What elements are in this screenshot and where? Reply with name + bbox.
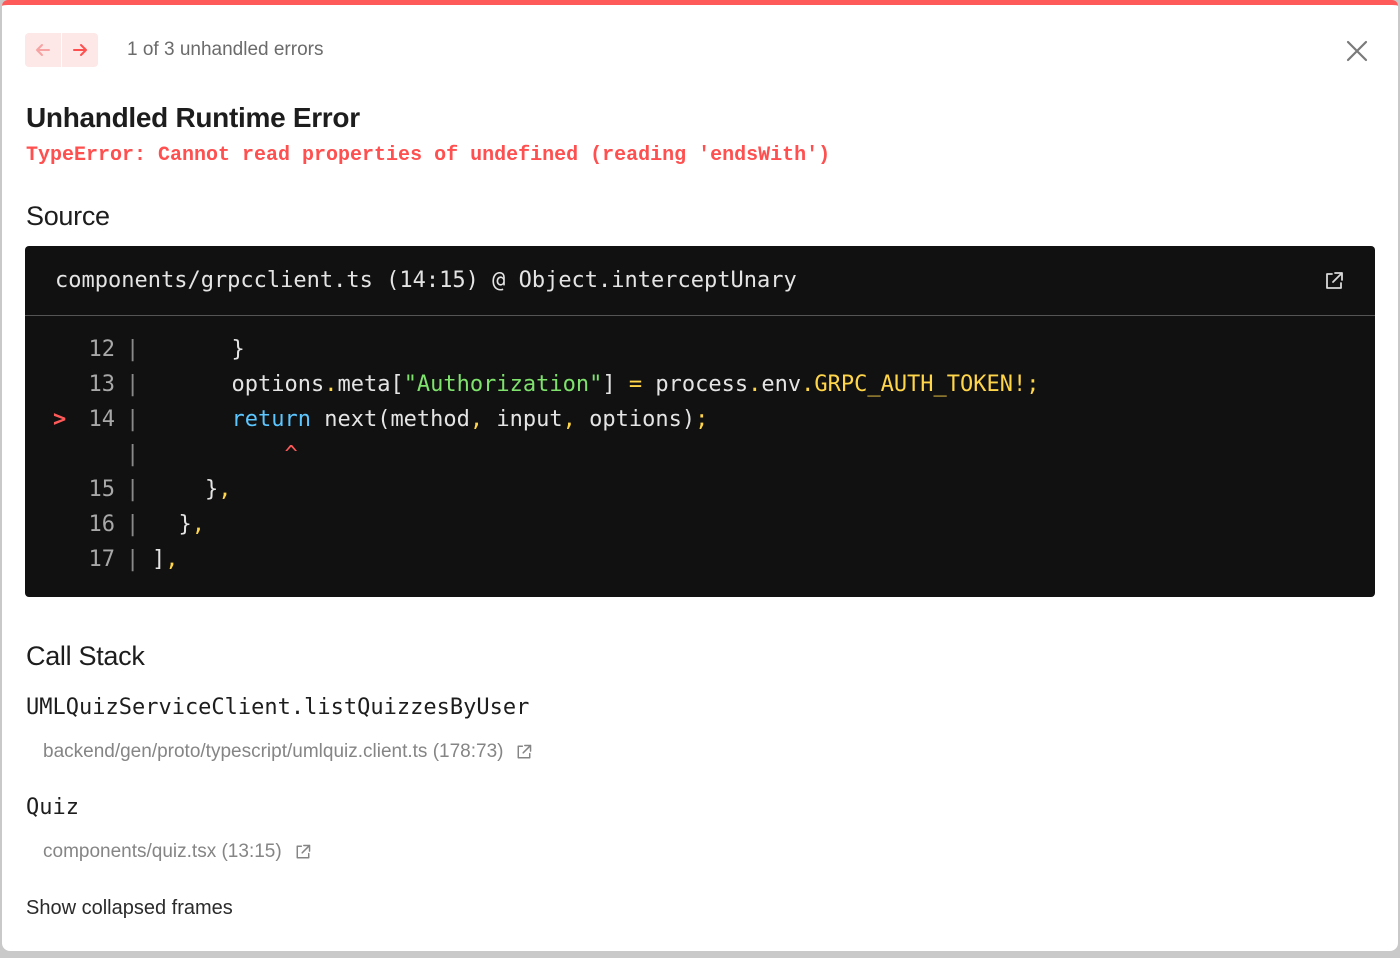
arrow-right-icon (73, 44, 87, 56)
code-token: ] (152, 547, 166, 572)
stack-frame-location-link[interactable]: backend/gen/proto/typescript/umlquiz.cli… (43, 741, 533, 763)
code-text: } (152, 332, 245, 367)
code-line: 15 | }, (25, 472, 1375, 507)
code-text: return next(method, input, options); (152, 402, 708, 437)
gutter-separator: | (126, 407, 140, 432)
close-button[interactable] (1344, 38, 1370, 64)
code-line: | ^ (25, 437, 1375, 472)
error-title: Unhandled Runtime Error (26, 102, 360, 133)
code-line: 17 |], (25, 542, 1375, 577)
error-caret: ^ (284, 442, 298, 467)
error-count-text: 1 of 3 unhandled errors (127, 39, 324, 60)
code-text: ], (152, 542, 179, 577)
gutter-separator: | (126, 337, 140, 362)
code-token: , (469, 407, 484, 432)
code-token: . (801, 372, 815, 397)
error-message: TypeError: Cannot read properties of und… (26, 144, 831, 167)
gutter-separator: | (126, 442, 140, 467)
line-number: 16 (88, 512, 116, 537)
error-nav-buttons (25, 33, 98, 67)
previous-error-button[interactable] (25, 33, 61, 67)
close-icon (1346, 40, 1368, 62)
code-token: ] (602, 372, 629, 397)
code-token: env (761, 372, 802, 397)
gutter-separator: | (126, 477, 140, 502)
arrow-left-icon (36, 44, 50, 56)
gutter-separator: | (126, 512, 140, 537)
code-token: options) (575, 407, 696, 432)
stack-frame-function: Quiz (26, 795, 79, 820)
code-token: meta[ (337, 372, 404, 397)
call-stack-heading: Call Stack (26, 641, 145, 671)
code-line: 13 | options.meta["Authorization"] = proc… (25, 367, 1375, 402)
external-link-icon[interactable] (1323, 270, 1345, 292)
code-token: "Authorization" (403, 372, 603, 397)
source-code-frame: components/grpcclient.ts (14:15) @ Objec… (25, 246, 1375, 597)
source-heading: Source (26, 201, 110, 231)
code-text: ^ (152, 437, 298, 472)
source-file-label: components/grpcclient.ts (14:15) @ Objec… (55, 268, 797, 293)
code-token: process (642, 372, 749, 397)
code-token: , (562, 407, 576, 432)
code-token: , (191, 512, 205, 537)
external-link-icon (296, 844, 310, 859)
next-error-button[interactable] (62, 33, 98, 67)
error-overlay-dialog: 1 of 3 unhandled errors Unhandled Runtim… (2, 0, 1398, 951)
code-token: !; (1013, 372, 1040, 397)
code-token: GRPC_AUTH_TOKEN (814, 372, 1014, 397)
line-number: 15 (88, 477, 116, 502)
stack-frame-function: UMLQuizServiceClient.listQuizzesByUser (26, 695, 530, 720)
show-collapsed-frames-button[interactable]: Show collapsed frames (26, 897, 233, 920)
external-link-icon (518, 744, 532, 759)
code-text: }, (152, 507, 206, 542)
code-token: } (231, 337, 245, 362)
code-token: } (178, 512, 192, 537)
code-line: >14 | return next(method, input, options)… (25, 402, 1375, 437)
code-token: ; (695, 407, 709, 432)
code-token: input (483, 407, 563, 432)
code-token: , (218, 477, 232, 502)
code-token: . (748, 372, 762, 397)
code-token: next(method (310, 407, 470, 432)
line-number: 13 (88, 372, 116, 397)
line-number: 17 (88, 547, 116, 572)
code-line: 16 | }, (25, 507, 1375, 542)
error-pagination: 1 of 3 unhandled errors (25, 33, 323, 67)
code-token: return (231, 407, 311, 432)
code-token: , (165, 547, 179, 572)
line-number: 14 (88, 407, 116, 432)
gutter-separator: | (126, 547, 140, 572)
line-number: 12 (88, 337, 116, 362)
code-token: . (324, 372, 338, 397)
code-text: options.meta["Authorization"] = process.… (152, 367, 1040, 402)
stack-frame-location-link[interactable]: components/quiz.tsx (13:15) (43, 841, 312, 863)
gutter-separator: | (126, 372, 140, 397)
code-token: = (628, 372, 643, 397)
source-code-lines: 12 | } 13 | options.meta["Authorization"] =… (25, 316, 1375, 577)
stack-frame-location: components/quiz.tsx (13:15) (43, 841, 282, 862)
code-token: } (204, 477, 219, 502)
code-token: options (231, 372, 325, 397)
source-file-header: components/grpcclient.ts (14:15) @ Objec… (25, 246, 1375, 316)
error-line-marker: > (53, 407, 67, 432)
code-text: }, (152, 472, 232, 507)
stack-frame-location: backend/gen/proto/typescript/umlquiz.cli… (43, 741, 504, 762)
code-line: 12 | } (25, 332, 1375, 367)
